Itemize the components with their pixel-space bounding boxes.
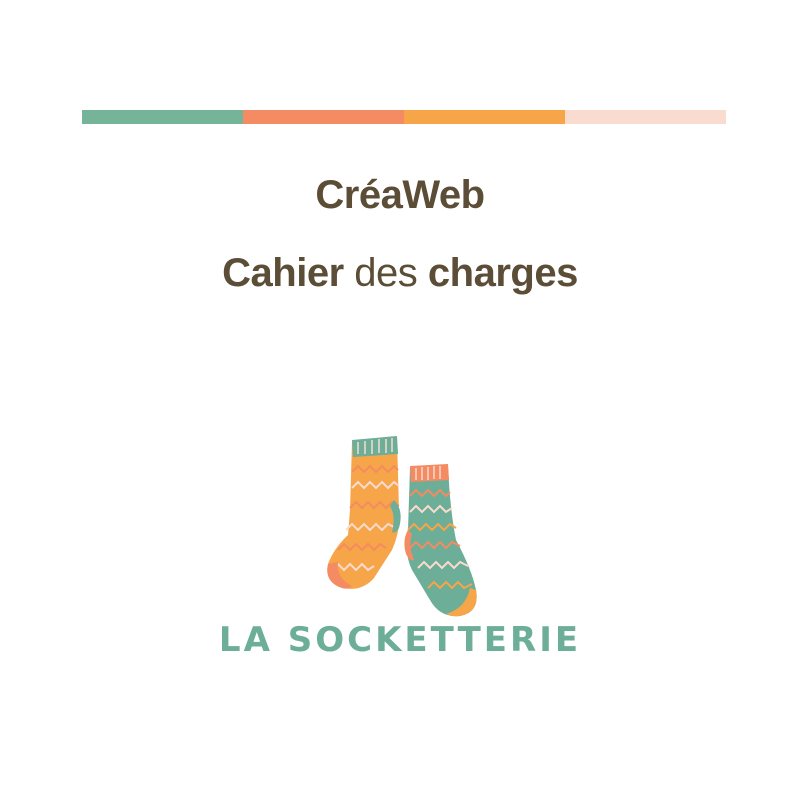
socks-icon xyxy=(327,436,477,617)
document-page: CréaWeb Cahier des charges LA SOCKETTERI… xyxy=(0,0,800,800)
color-band-segment-pink xyxy=(565,110,726,124)
color-band-segment-green xyxy=(82,110,243,124)
color-band-segment-coral xyxy=(243,110,404,124)
title-block: CréaWeb Cahier des charges xyxy=(0,165,800,303)
left-sock xyxy=(327,436,401,589)
subtitle-word-cahier: Cahier xyxy=(222,251,344,295)
color-band-segment-orange xyxy=(404,110,565,124)
right-sock xyxy=(404,464,477,617)
document-title: CréaWeb xyxy=(315,173,485,217)
subtitle-word-des: des xyxy=(354,251,418,295)
document-subtitle: Cahier des charges xyxy=(0,243,800,303)
color-band xyxy=(82,110,726,124)
brand-name: LA SOCKETTERIE xyxy=(218,620,582,660)
subtitle-word-charges: charges xyxy=(427,251,578,295)
